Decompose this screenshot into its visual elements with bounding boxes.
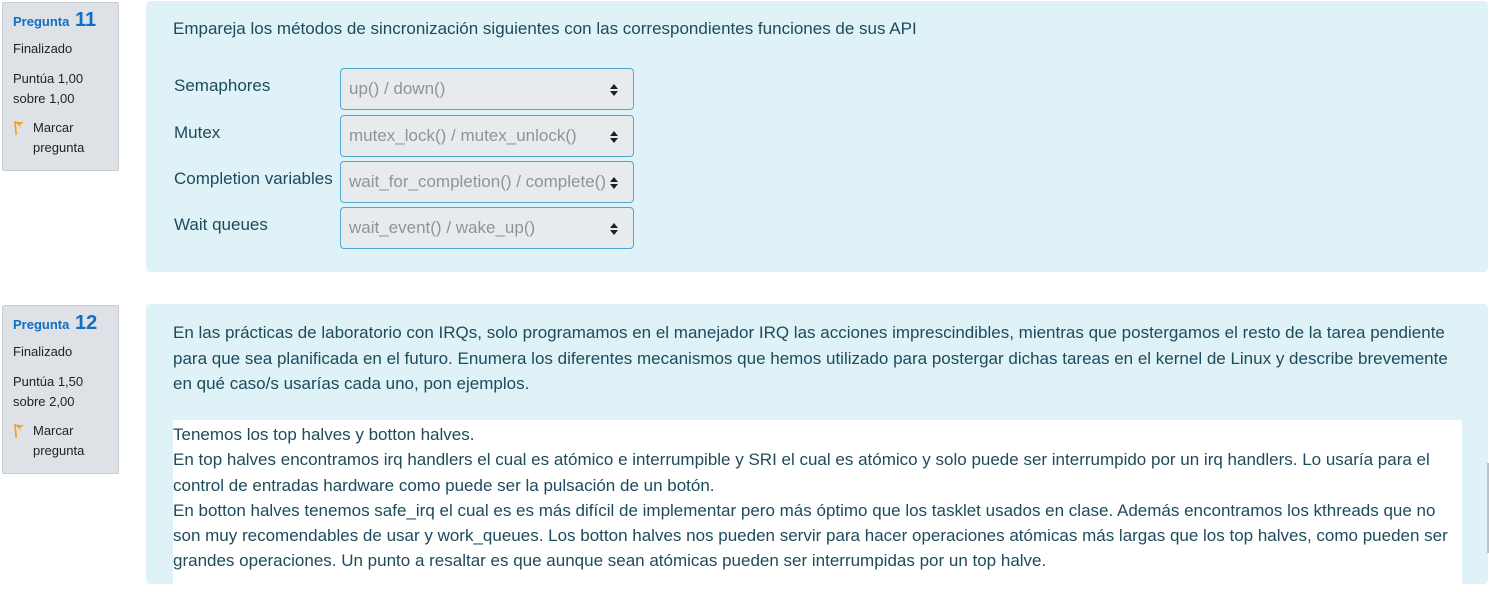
answer-text-area[interactable]: Tenemos los top halves y botton halves. … — [173, 420, 1462, 592]
updown-caret-icon — [610, 84, 618, 96]
match-row-completion-variables: Completion variables wait_for_completion… — [174, 161, 634, 203]
question-text: Empareja los métodos de sincronización s… — [173, 19, 917, 38]
question-text: En las prácticas de laboratorio con IRQs… — [173, 323, 1448, 393]
match-label: Semaphores — [174, 76, 271, 95]
question-number: Pregunta 11 — [13, 9, 97, 31]
question-content-11: Empareja los métodos de sincronización s… — [146, 1, 1488, 272]
question-grade: Puntúa 1,50 sobre 2,00 — [13, 374, 84, 409]
flag-question-link[interactable]: Marcar pregunta — [13, 421, 118, 461]
match-select[interactable]: up() / down() — [340, 68, 634, 110]
match-label: Mutex — [174, 123, 221, 142]
answer-paragraph: En top halves encontramos irq handlers e… — [173, 450, 1430, 495]
match-label: Completion variables — [174, 169, 333, 188]
updown-caret-icon — [610, 223, 618, 235]
match-row-wait-queues: Wait queues wait_event() / wake_up() — [174, 207, 634, 249]
question-info-11: Pregunta 11 Finalizado Puntúa 1,00 sobre… — [2, 2, 119, 171]
flag-icon — [14, 423, 24, 439]
question-info-12: Pregunta 12 Finalizado Puntúa 1,50 sobre… — [2, 305, 119, 474]
updown-caret-icon — [610, 131, 618, 143]
question-state: Finalizado — [13, 41, 73, 56]
question-content-12: En las prácticas de laboratorio con IRQs… — [146, 304, 1488, 592]
updown-caret-icon — [610, 177, 618, 189]
match-select[interactable]: wait_event() / wake_up() — [340, 207, 634, 249]
match-select[interactable]: mutex_lock() / mutex_unlock() — [340, 115, 634, 157]
question-grade: Puntúa 1,00 sobre 1,00 — [13, 71, 84, 106]
flag-icon — [14, 120, 24, 136]
match-row-semaphores: Semaphores up() / down() — [174, 68, 634, 110]
answer-paragraph: En botton halves tenemos safe_irq el cua… — [173, 500, 1448, 571]
answer-paragraph: Tenemos los top halves y botton halves. — [173, 425, 475, 444]
match-label: Wait queues — [174, 215, 268, 234]
flag-question-link[interactable]: Marcar pregunta — [13, 118, 118, 158]
match-row-mutex: Mutex mutex_lock() / mutex_unlock() — [174, 115, 634, 157]
question-number: Pregunta 12 — [13, 312, 98, 334]
match-select[interactable]: wait_for_completion() / complete() — [340, 161, 634, 203]
question-state: Finalizado — [13, 344, 73, 359]
